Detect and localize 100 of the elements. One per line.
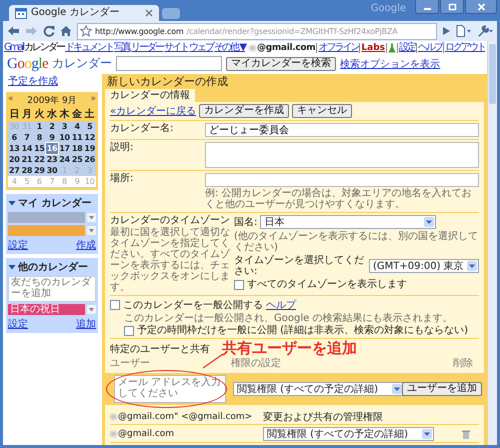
dropdown-arrow-icon[interactable] xyxy=(87,305,96,314)
timezone-dropdown[interactable]: (GMT+09:00) 東京 xyxy=(369,259,479,273)
add-calendar-field[interactable]: 友だちのカレンダーを追加 xyxy=(8,276,96,302)
star-icon[interactable] xyxy=(80,25,92,37)
close-button[interactable] xyxy=(465,0,497,14)
search-field[interactable] xyxy=(116,56,222,71)
help-link[interactable]: ヘルプ xyxy=(266,298,296,312)
calendar-day[interactable]: 9 xyxy=(46,132,58,143)
email-field[interactable]: メール アドレスを入力してください xyxy=(114,375,226,403)
back-link[interactable]: «カレンダーに戻る xyxy=(110,104,196,118)
calendar-day[interactable]: 4 xyxy=(70,121,84,132)
nav-link[interactable]: オフライン xyxy=(316,43,360,53)
previous-month-button[interactable]: « xyxy=(8,94,14,107)
collapse-triangle-icon[interactable] xyxy=(8,199,16,207)
calendar-day[interactable]: 23 xyxy=(46,154,58,165)
calendar-day[interactable]: 14 xyxy=(20,143,34,154)
nav-link[interactable]: リーダー xyxy=(131,42,164,54)
checkbox[interactable] xyxy=(110,300,120,310)
nav-link[interactable]: ドキュメント xyxy=(65,42,114,54)
calendar-day[interactable]: 26 xyxy=(83,154,96,165)
calendar-day[interactable]: 8 xyxy=(33,132,46,143)
calendar-day[interactable]: 24 xyxy=(58,154,71,165)
calendar-day[interactable]: 28 xyxy=(20,165,34,176)
permission-dropdown[interactable]: 閲覧権限 (すべての予定の詳細) xyxy=(233,382,404,396)
play-icon[interactable] xyxy=(442,26,451,36)
nav-link[interactable]: ヘルプ xyxy=(416,43,443,53)
home-icon[interactable] xyxy=(60,25,72,37)
panel-link[interactable]: 追加 xyxy=(76,317,96,331)
back-icon[interactable] xyxy=(7,25,20,37)
calendar-day[interactable]: 11 xyxy=(70,132,84,143)
calendar-day[interactable]: 2 xyxy=(46,121,58,132)
search-options-link[interactable]: 検索オプションを表示 xyxy=(340,56,440,70)
url-field[interactable]: http://www.google.com /calendar/render?gsessionid=ZMGItHTf-SzHf24xoPjBZA xyxy=(77,22,437,40)
calendar-day[interactable]: 20 xyxy=(8,154,21,165)
collapse-triangle-icon[interactable] xyxy=(8,263,16,271)
field-label: 場所: xyxy=(110,173,134,184)
nav-link[interactable]: ログアウト xyxy=(443,43,486,53)
calendar-day[interactable]: 30 xyxy=(46,165,58,176)
action-button[interactable]: カレンダーを作成 xyxy=(199,104,290,118)
checkbox[interactable] xyxy=(234,280,244,290)
calendar-day[interactable]: 3 xyxy=(58,121,71,132)
calendar-day[interactable]: 22 xyxy=(33,154,46,165)
search-button[interactable]: マイカレンダーを検索 xyxy=(226,56,336,70)
country-dropdown[interactable]: 日本 xyxy=(260,215,436,229)
calendar-day[interactable]: 15 xyxy=(33,143,46,154)
permission-dropdown[interactable]: 閲覧権限 (すべての予定の詳細) xyxy=(263,427,434,441)
browser-tab[interactable]: Google カレンダー xyxy=(9,5,159,21)
trash-icon[interactable] xyxy=(461,429,471,439)
calendar-item[interactable]: 日本の祝日 xyxy=(8,304,85,315)
calendar-day[interactable]: 25 xyxy=(70,154,84,165)
calendar-day[interactable]: 29 xyxy=(33,165,46,176)
panel-link[interactable]: 設定 xyxy=(8,238,28,252)
next-month-button[interactable]: » xyxy=(90,94,96,107)
nav-link[interactable]: 設定 xyxy=(397,43,416,53)
panel-tab[interactable]: カレンダーの情報 xyxy=(105,89,195,102)
calendar-name-field[interactable]: どーじょー委員会 xyxy=(205,123,479,137)
weekday-label: 水 xyxy=(46,108,58,121)
nav-link[interactable]: ウェブ xyxy=(189,42,214,54)
calendar-day[interactable]: 1 xyxy=(33,121,46,132)
action-button[interactable]: キャンセル xyxy=(292,104,352,118)
flask-icon[interactable] xyxy=(388,43,396,53)
description-field[interactable] xyxy=(205,142,479,168)
location-field[interactable] xyxy=(205,173,479,187)
nav-link[interactable]: Gmail xyxy=(4,42,24,54)
maximize-button[interactable] xyxy=(440,0,464,14)
create-event-link[interactable]: 予定を作成 xyxy=(6,74,98,88)
page-menu-icon[interactable] xyxy=(456,25,472,37)
maximize-icon xyxy=(448,2,456,10)
calendar-day[interactable]: 13 xyxy=(8,143,21,154)
calendar-day[interactable]: 10 xyxy=(58,132,71,143)
calendar-day[interactable]: 12 xyxy=(83,132,96,143)
reload-icon[interactable] xyxy=(43,25,55,37)
calendar-day[interactable]: 5 xyxy=(83,121,96,132)
nav-link[interactable]: その他 ▼ xyxy=(214,42,246,54)
panel-link[interactable]: 設定 xyxy=(8,317,28,331)
minimize-button[interactable] xyxy=(415,0,439,14)
nav-link[interactable]: 写真 xyxy=(114,42,130,54)
add-user-button[interactable]: ユーザーを追加 xyxy=(402,382,482,396)
labs-link[interactable]: Labs xyxy=(359,43,386,53)
nav-link[interactable]: サイト xyxy=(164,42,188,54)
calendar-day[interactable]: 16 xyxy=(46,143,58,154)
calendar-day[interactable]: 21 xyxy=(20,154,34,165)
checkbox[interactable] xyxy=(124,326,134,336)
new-tab-button[interactable] xyxy=(162,8,180,19)
scrollbar[interactable] xyxy=(487,41,497,445)
dropdown-arrow-icon[interactable] xyxy=(87,213,96,222)
calendar-day[interactable]: 6 xyxy=(8,132,21,143)
panel-link[interactable]: 作成 xyxy=(76,238,96,252)
google-logo[interactable]: Google xyxy=(7,56,48,72)
account-email: @gmail.com xyxy=(257,42,316,54)
calendar-day[interactable]: 17 xyxy=(58,143,71,154)
close-icon[interactable] xyxy=(145,9,153,17)
dropdown-arrow-icon[interactable] xyxy=(87,226,96,235)
calendar-day[interactable]: 7 xyxy=(20,132,34,143)
calendar-day[interactable]: 18 xyxy=(70,143,84,154)
calendar-day[interactable]: 27 xyxy=(8,165,21,176)
calendar-day[interactable]: 19 xyxy=(83,143,96,154)
caret-icon xyxy=(467,261,477,271)
wrench-icon[interactable] xyxy=(477,25,493,37)
nav-link[interactable]: カレンダー xyxy=(24,42,64,54)
